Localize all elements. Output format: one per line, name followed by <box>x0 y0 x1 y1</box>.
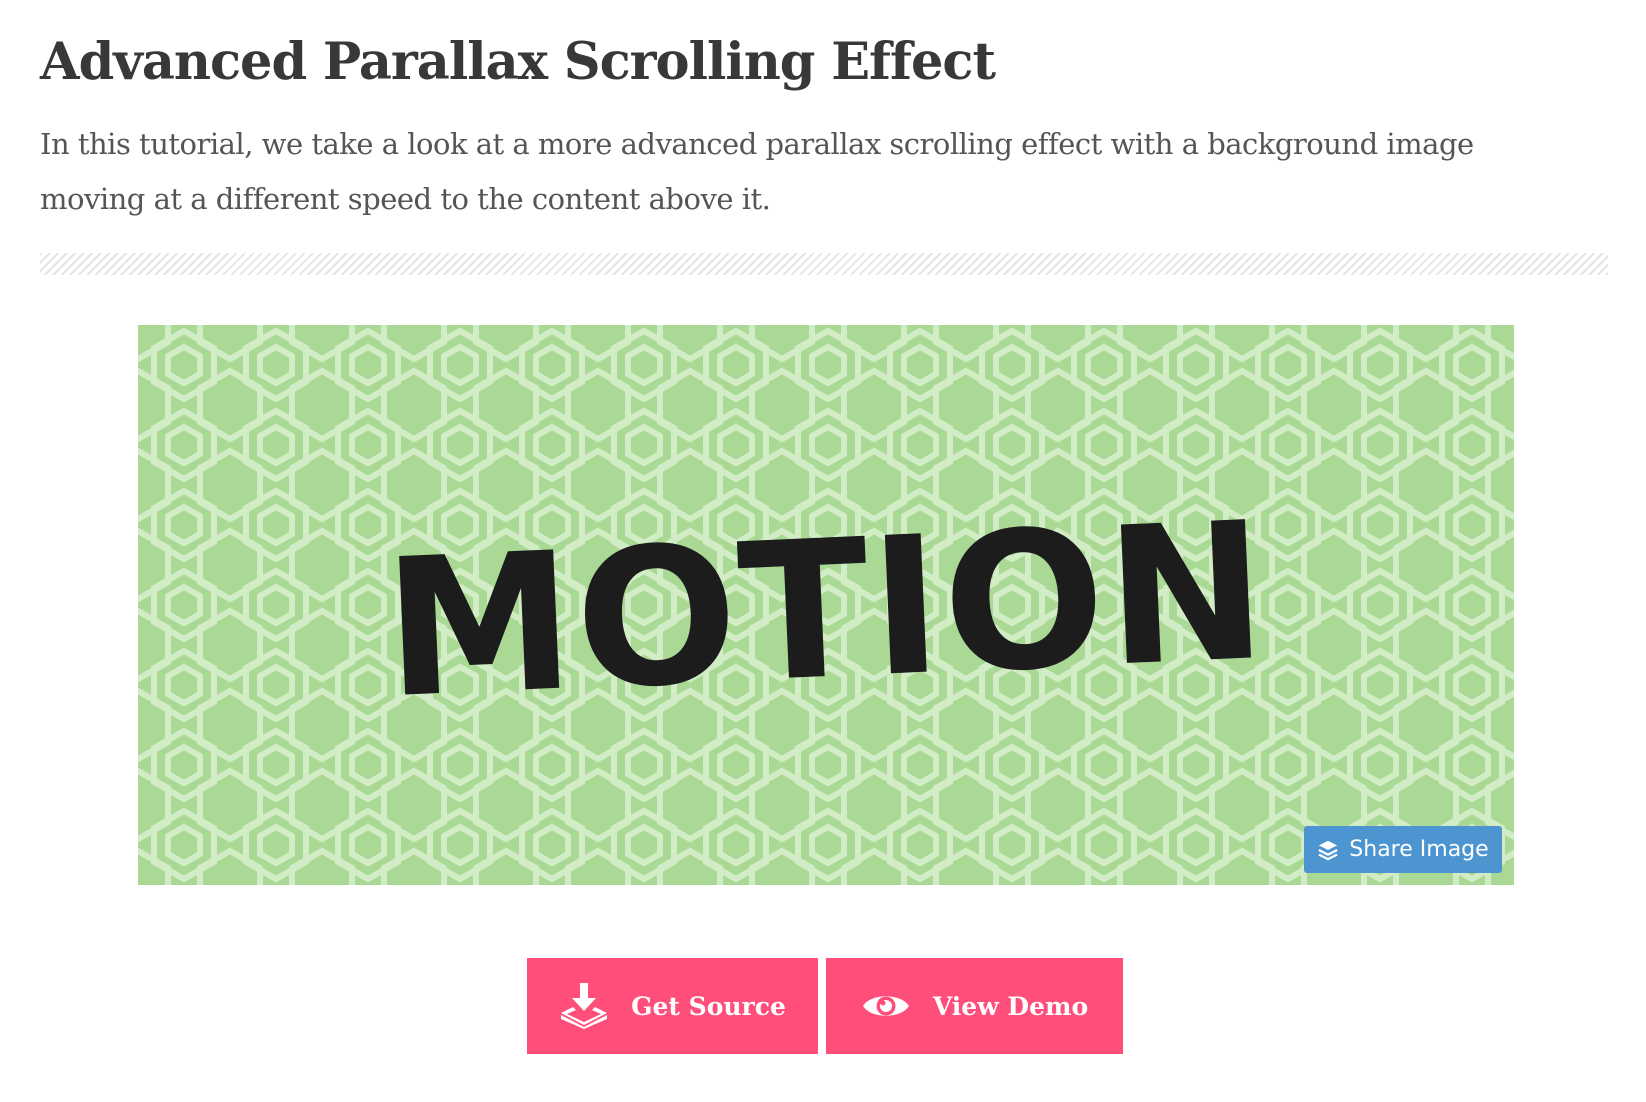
layers-icon <box>1318 840 1338 860</box>
share-image-button[interactable]: Share Image <box>1304 826 1502 873</box>
hero-image: MOTION Share Image <box>138 325 1514 885</box>
striped-divider <box>40 253 1608 275</box>
page-title: Advanced Parallax Scrolling Effect <box>40 32 996 92</box>
hero-word: MOTION <box>380 480 1273 740</box>
eye-icon <box>862 996 909 1016</box>
download-icon <box>561 983 608 1029</box>
get-source-button[interactable]: Get Source <box>527 958 818 1054</box>
action-buttons: Get Source View Demo <box>527 958 1123 1054</box>
page-description: In this tutorial, we take a look at a mo… <box>40 127 1474 216</box>
get-source-label: Get Source <box>631 991 786 1021</box>
view-demo-button[interactable]: View Demo <box>826 958 1123 1054</box>
view-demo-label: View Demo <box>932 991 1089 1021</box>
share-image-label: Share Image <box>1349 837 1489 862</box>
